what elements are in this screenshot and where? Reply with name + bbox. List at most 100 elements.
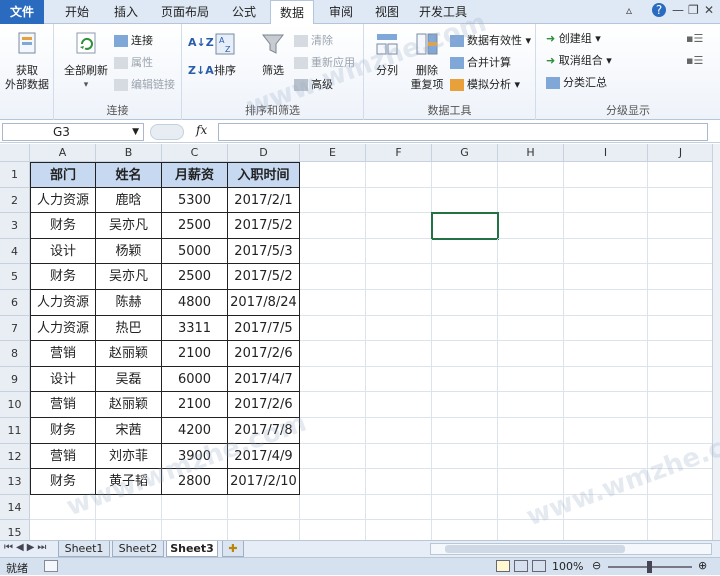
- cell-B8[interactable]: 赵丽颖: [96, 341, 162, 367]
- remove-duplicates-button[interactable]: 删除 重复项: [408, 30, 446, 92]
- consolidate-button[interactable]: 合并计算: [450, 54, 511, 70]
- cell-A7[interactable]: 人力资源: [30, 315, 96, 342]
- cell-J13[interactable]: [648, 469, 712, 495]
- cell-G6[interactable]: [432, 290, 498, 316]
- cell-G3[interactable]: [431, 212, 499, 240]
- cell-I5[interactable]: [564, 264, 648, 290]
- row-header-8[interactable]: 8: [0, 341, 30, 367]
- cell-F5[interactable]: [366, 264, 432, 290]
- cell-H3[interactable]: [498, 213, 564, 239]
- cell-C15[interactable]: [162, 520, 228, 540]
- refresh-all-button[interactable]: 全部刷新 ▾: [58, 30, 114, 92]
- group-button[interactable]: ➜ 创建组 ▾: [546, 30, 601, 46]
- cell-I10[interactable]: [564, 392, 648, 418]
- cell-E2[interactable]: [300, 187, 366, 214]
- cell-A3[interactable]: 财务: [30, 213, 96, 239]
- cell-D8[interactable]: 2017/2/6: [228, 341, 300, 367]
- cell-G7[interactable]: [432, 315, 498, 342]
- cell-D1[interactable]: 入职时间: [228, 162, 300, 188]
- cell-G10[interactable]: [432, 392, 498, 418]
- reapply-button[interactable]: 重新应用: [294, 54, 355, 70]
- connections-button[interactable]: 连接: [114, 32, 153, 48]
- cell-F8[interactable]: [366, 341, 432, 367]
- worksheet-grid[interactable]: ABCDEFGHIJ12345678910111213141516部门姓名月薪资…: [0, 144, 712, 540]
- cell-H12[interactable]: [498, 443, 564, 470]
- tab-3[interactable]: 页面布局: [150, 0, 220, 24]
- cell-E8[interactable]: [300, 341, 366, 367]
- cell-E3[interactable]: [300, 213, 366, 239]
- show-detail-icon[interactable]: ▪☰: [686, 32, 703, 45]
- cell-D9[interactable]: 2017/4/7: [228, 366, 300, 393]
- cell-H1[interactable]: [498, 162, 564, 188]
- cell-J2[interactable]: [648, 188, 712, 214]
- formula-input[interactable]: [218, 123, 708, 141]
- cell-I3[interactable]: [564, 213, 648, 239]
- cell-B9[interactable]: 吴磊: [96, 366, 162, 393]
- sheet-tab-sheet3[interactable]: Sheet3: [166, 541, 218, 557]
- cell-F2[interactable]: [366, 187, 432, 214]
- cell-B4[interactable]: 杨颖: [96, 238, 162, 265]
- zoom-in-icon[interactable]: ⊕: [698, 559, 707, 572]
- cell-I4[interactable]: [564, 238, 648, 265]
- normal-view-icon[interactable]: [496, 560, 510, 572]
- cell-C14[interactable]: [162, 494, 228, 521]
- properties-button[interactable]: 属性: [114, 54, 153, 70]
- cell-C12[interactable]: 3900: [162, 443, 228, 470]
- cell-A9[interactable]: 设计: [30, 366, 96, 393]
- hide-detail-icon[interactable]: ▪☰: [686, 54, 703, 67]
- name-box[interactable]: G3 ▼: [2, 123, 144, 141]
- cell-B14[interactable]: [96, 494, 162, 521]
- cell-B1[interactable]: 姓名: [96, 162, 162, 188]
- cell-H10[interactable]: [498, 392, 564, 418]
- macro-record-icon[interactable]: [44, 560, 58, 572]
- cell-C8[interactable]: 2100: [162, 341, 228, 367]
- cell-A15[interactable]: [30, 520, 96, 540]
- zoom-level[interactable]: 100%: [552, 560, 583, 573]
- cell-D7[interactable]: 2017/7/5: [228, 315, 300, 342]
- cell-E6[interactable]: [300, 290, 366, 316]
- cell-J15[interactable]: [648, 520, 712, 540]
- cell-D2[interactable]: 2017/2/1: [228, 187, 300, 214]
- cell-G11[interactable]: [432, 418, 498, 444]
- column-header-D[interactable]: D: [228, 144, 300, 162]
- column-header-A[interactable]: A: [30, 144, 96, 162]
- cell-E5[interactable]: [300, 264, 366, 290]
- cell-F6[interactable]: [366, 290, 432, 316]
- cell-C6[interactable]: 4800: [162, 290, 228, 316]
- cell-A5[interactable]: 财务: [30, 264, 96, 290]
- cell-G2[interactable]: [432, 187, 498, 214]
- cell-F14[interactable]: [366, 494, 432, 521]
- cell-A4[interactable]: 设计: [30, 238, 96, 265]
- clear-button[interactable]: 清除: [294, 32, 333, 48]
- row-header-12[interactable]: 12: [0, 443, 30, 470]
- formula-expand-handle[interactable]: [150, 124, 184, 140]
- cell-H13[interactable]: [498, 469, 564, 495]
- data-validation-button[interactable]: 数据有效性 ▾: [450, 32, 531, 48]
- cell-E14[interactable]: [300, 494, 366, 521]
- cell-C13[interactable]: 2800: [162, 469, 228, 495]
- cell-F4[interactable]: [366, 238, 432, 265]
- cell-F3[interactable]: [366, 213, 432, 239]
- vertical-scrollbar[interactable]: [712, 144, 720, 540]
- cell-F13[interactable]: [366, 469, 432, 495]
- cell-I9[interactable]: [564, 366, 648, 393]
- minimize-ribbon-icon[interactable]: ▵: [626, 3, 632, 17]
- tab-6[interactable]: 审阅: [320, 0, 362, 24]
- cell-J14[interactable]: [648, 495, 712, 521]
- cell-H14[interactable]: [498, 494, 564, 521]
- cell-A14[interactable]: [30, 494, 96, 521]
- cell-A6[interactable]: 人力资源: [30, 290, 96, 316]
- tab-0[interactable]: 文件: [0, 0, 44, 24]
- get-external-data-button[interactable]: 获取 外部数据: [2, 30, 52, 92]
- cell-C7[interactable]: 3311: [162, 315, 228, 342]
- cell-B2[interactable]: 鹿晗: [96, 187, 162, 214]
- cell-B15[interactable]: [96, 520, 162, 540]
- column-header-F[interactable]: F: [366, 144, 432, 162]
- cell-C4[interactable]: 5000: [162, 238, 228, 265]
- cell-H11[interactable]: [498, 418, 564, 444]
- cell-F11[interactable]: [366, 418, 432, 444]
- cell-E11[interactable]: [300, 418, 366, 444]
- cell-D6[interactable]: 2017/8/24: [228, 290, 300, 316]
- cell-C3[interactable]: 2500: [162, 213, 228, 239]
- cell-G14[interactable]: [432, 494, 498, 521]
